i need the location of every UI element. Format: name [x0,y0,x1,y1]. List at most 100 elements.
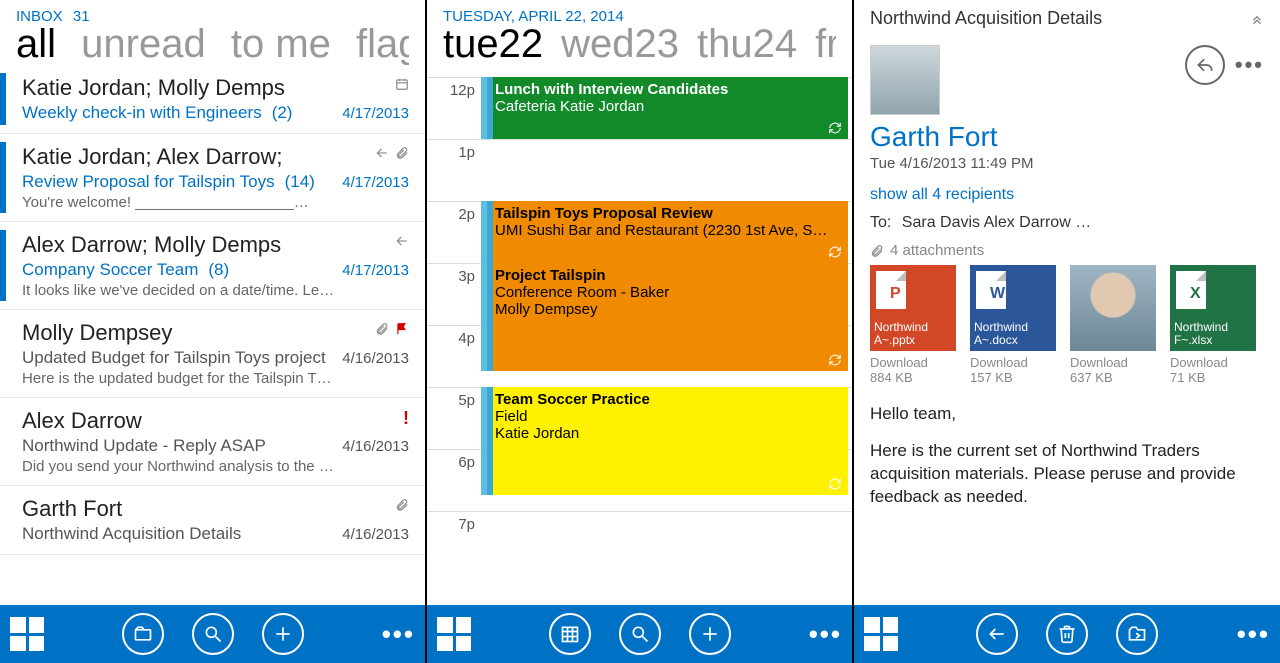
hour-label: 2p [427,202,481,263]
add-button[interactable] [262,613,304,655]
message-from: Molly Dempsey [22,320,409,346]
start-icon[interactable] [437,617,471,651]
event-title: Tailspin Toys Proposal Review [495,205,840,222]
hour-row[interactable]: 7p [427,511,852,573]
reading-pane: Northwind Acquisition Details ••• Garth … [854,0,1280,663]
message-item[interactable]: Molly DempseyUpdated Budget for Tailspin… [0,310,425,398]
reading-appbar: ••• [854,605,1280,663]
message-count: (8) [208,260,229,280]
message-date: 4/16/2013 [334,526,409,543]
more-button[interactable]: ••• [382,619,415,650]
hour-label: 3p [427,264,481,325]
attachment-tile[interactable]: PNorthwind A~.pptx [870,265,956,351]
more-actions-button[interactable]: ••• [1235,52,1264,78]
message-date: 4/17/2013 [334,105,409,122]
hour-label: 12p [427,78,481,139]
attach-icon [395,498,409,512]
attachment[interactable]: Download637 KB [1070,265,1156,385]
delete-button[interactable] [1046,613,1088,655]
attachment[interactable]: PNorthwind A~.pptxDownload884 KB [870,265,956,385]
calendar-event[interactable]: Project TailspinConference Room - BakerM… [481,263,848,371]
hour-label: 1p [427,140,481,201]
attachment-tile[interactable] [1070,265,1156,351]
message-from: Katie Jordan; Alex Darrow; [22,144,409,170]
download-link[interactable]: Download [1170,355,1256,370]
to-recipients: Sara Davis Alex Darrow … [902,214,1091,231]
message-item[interactable]: Katie Jordan; Molly DempsWeekly check-in… [0,65,425,134]
calendar-event[interactable]: Tailspin Toys Proposal ReviewUMI Sushi B… [481,201,848,263]
filter-to-me[interactable]: to me [231,23,331,65]
reply-button[interactable] [1185,45,1225,85]
attachment-name: Northwind A~.pptx [874,321,952,347]
day-tab[interactable]: wed23 [561,23,679,65]
calendar-event[interactable]: Lunch with Interview CandidatesCafeteria… [481,77,848,139]
add-button[interactable] [689,613,731,655]
attachment[interactable]: WNorthwind A~.docx Download157 KB [970,265,1056,385]
event-location: Conference Room - Baker [495,284,840,301]
attachments-header[interactable]: 4 attachments [870,242,1264,259]
start-icon[interactable] [864,617,898,651]
inbox-appbar: ••• [0,605,425,663]
message-preview: Did you send your Northwind analysis to … [22,458,409,475]
more-button[interactable]: ••• [809,619,842,650]
attachment-size: 637 KB [1070,370,1156,385]
download-link[interactable]: Download [970,355,1056,370]
message-subject: Updated Budget for Tailspin Toys project [22,348,326,368]
message-date: 4/16/2013 [334,350,409,367]
hour-label: 4p [427,326,481,387]
search-button[interactable] [192,613,234,655]
message-item[interactable]: Garth FortNorthwind Acquisition Details4… [0,486,425,555]
filter-flagged[interactable]: flagged [356,23,409,65]
back-button[interactable] [976,613,1018,655]
sender-avatar[interactable] [870,45,940,115]
day-tab[interactable]: fri25 [815,23,836,65]
message-preview: Here is the updated budget for the Tails… [22,370,409,387]
body-greeting: Hello team, [870,403,1264,426]
message-item[interactable]: Katie Jordan; Alex Darrow;Review Proposa… [0,134,425,222]
hour-label: 5p [427,388,481,449]
event-location: Field [495,408,840,425]
search-button[interactable] [619,613,661,655]
month-view-button[interactable] [549,613,591,655]
event-title: Project Tailspin [495,267,840,284]
attachment-tile[interactable]: XNorthwind F~.xlsx [1170,265,1256,351]
calendar-grid[interactable]: 12p1p2p3p4p5p6p7p Lunch with Interview Ca… [427,77,852,605]
sent-time: Tue 4/16/2013 11:49 PM [870,155,1264,172]
sender-name[interactable]: Garth Fort [870,121,1264,153]
event-location: UMI Sushi Bar and Restaurant (2230 1st A… [495,222,840,239]
filter-unread[interactable]: unread [81,23,206,65]
hour-row[interactable]: 1p [427,139,852,201]
day-tab[interactable]: thu24 [697,23,797,65]
message-date: 4/17/2013 [334,174,409,191]
message-list[interactable]: Katie Jordan; Molly DempsWeekly check-in… [0,65,425,605]
message-item[interactable]: Alex Darrow; Molly DempsCompany Soccer T… [0,222,425,310]
message-from: Alex Darrow [22,408,409,434]
calendar-event[interactable]: Team Soccer PracticeFieldKatie Jordan [481,387,848,495]
message-count: (2) [272,103,293,123]
attachments-row: PNorthwind A~.pptxDownload884 KBWNorthwi… [870,265,1264,385]
hour-label: 7p [427,512,481,573]
body-paragraph: Here is the current set of Northwind Tra… [870,440,1264,509]
day-tab[interactable]: tue22 [443,23,543,65]
folder-button[interactable] [122,613,164,655]
message-icons [395,498,409,512]
attachment-size: 157 KB [970,370,1056,385]
flag-icon [395,322,409,336]
attachment-tile[interactable]: WNorthwind A~.docx [970,265,1056,351]
sender-row: ••• [870,45,1264,115]
start-icon[interactable] [10,617,44,651]
move-button[interactable] [1116,613,1158,655]
download-link[interactable]: Download [1070,355,1156,370]
show-recipients-link[interactable]: show all 4 recipients [870,186,1264,204]
hour-label: 6p [427,450,481,511]
to-line: To: Sara Davis Alex Darrow … [870,214,1264,232]
download-link[interactable]: Download [870,355,956,370]
attachment[interactable]: XNorthwind F~.xlsxDownload71 KB [1170,265,1256,385]
filter-all[interactable]: all [16,23,56,65]
message-item[interactable]: Alex Darrow!Northwind Update - Reply ASA… [0,398,425,486]
more-button[interactable]: ••• [1237,619,1270,650]
calendar-appbar: ••• [427,605,852,663]
calendar-pane: TUESDAY, APRIL 22, 2014 tue22wed23thu24f… [427,0,854,663]
collapse-icon[interactable] [1250,12,1264,26]
reading-header: Northwind Acquisition Details [854,0,1280,37]
